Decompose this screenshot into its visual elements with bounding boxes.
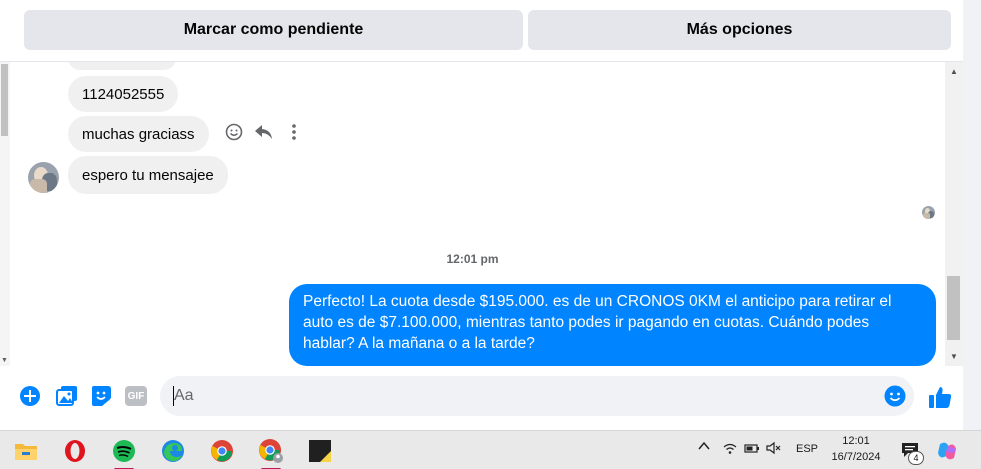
text-caret [173,386,174,406]
mark-pending-button[interactable]: Marcar como pendiente [24,10,523,50]
clock-time: 12:01 [842,435,870,447]
volume-muted-icon[interactable] [766,441,782,458]
sticker-icon[interactable] [90,385,112,407]
taskbar-clock[interactable]: 12:01 16/7/2024 [826,433,886,465]
top-action-bar: Marcar como pendiente Más opciones [0,0,981,62]
battery-icon[interactable] [744,441,760,458]
spotify-icon[interactable] [110,437,138,469]
copilot-icon[interactable] [934,438,960,464]
scroll-down-arrow[interactable]: ▼ [1,357,8,364]
seen-avatar [922,206,935,219]
more-options-button[interactable]: Más opciones [528,10,951,50]
message-text: Perfecto! La cuota desde $195.000. es de… [303,293,892,352]
scroll-up-arrow[interactable]: ▲ [950,67,958,76]
message-text: muchas graciass [82,125,195,143]
message-composer: GIF [0,366,963,430]
thumbs-up-icon[interactable] [927,384,953,410]
sticky-app-icon[interactable] [306,437,334,465]
wifi-icon[interactable] [722,441,738,458]
emoji-icon[interactable] [884,385,906,407]
plus-circle-icon[interactable] [19,385,41,407]
message-bubble-outgoing[interactable]: Perfecto! La cuota desde $195.000. es de… [289,284,936,366]
scrollbar-thumb[interactable] [1,64,8,136]
notification-badge: 4 [908,451,924,465]
message-input[interactable] [174,384,874,408]
chrome-profile-icon[interactable] [257,437,285,469]
gif-icon[interactable]: GIF [125,386,147,406]
language-indicator[interactable]: ESP [796,443,818,455]
gif-label: GIF [127,390,145,402]
chat-scrollbar[interactable]: ▲ ▼ [945,62,963,366]
clock-date: 16/7/2024 [831,451,881,463]
scrollbar-thumb[interactable] [947,276,960,340]
message-input-box[interactable] [160,376,914,416]
opera-icon[interactable] [61,437,89,465]
more-vert-icon[interactable] [284,122,304,142]
message-text: 1124052555 [82,85,165,103]
window-edge [963,0,981,430]
photo-icon[interactable] [56,385,78,407]
left-scrollbar[interactable]: ▼ [0,62,10,366]
message-bubble-partial [68,62,176,70]
react-icon[interactable] [224,122,244,142]
messenger-window: Marcar como pendiente Más opciones 11240… [0,0,981,469]
contact-avatar[interactable] [28,162,59,193]
message-timestamp: 12:01 pm [446,252,499,266]
message-bubble-incoming[interactable]: espero tu mensajee [68,156,228,194]
scroll-down-arrow[interactable]: ▼ [950,352,958,361]
file-explorer-icon[interactable] [12,437,40,465]
chevron-up-icon[interactable] [697,439,711,456]
windows-taskbar: ESP 12:01 16/7/2024 4 [0,430,981,469]
chrome-icon[interactable] [208,437,236,465]
message-actions [224,122,304,142]
message-text: espero tu mensajee [82,166,214,184]
reply-icon[interactable] [254,122,274,142]
message-bubble-incoming[interactable]: 1124052555 [68,76,179,112]
message-bubble-incoming[interactable]: muchas graciass [68,116,209,152]
message-list: 1124052555 muchas graciass espero tu men… [0,62,945,366]
edge-icon[interactable] [159,437,187,465]
